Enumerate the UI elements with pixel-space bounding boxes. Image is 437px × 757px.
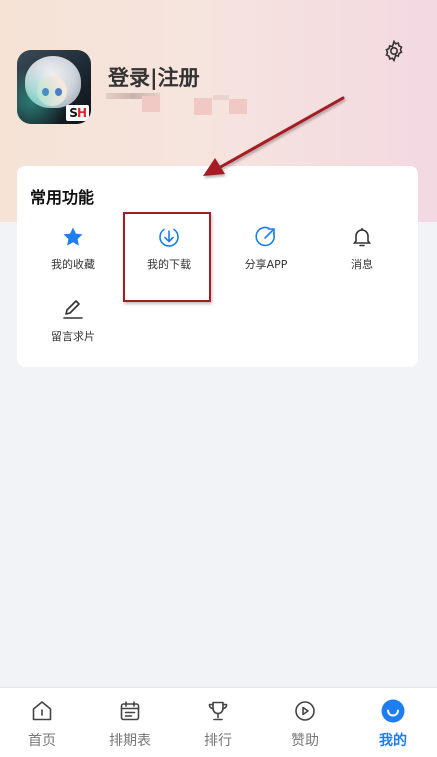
calendar-icon	[120, 701, 140, 721]
messages-button[interactable]: 消息	[316, 224, 408, 284]
bell-icon	[352, 227, 372, 247]
gear-icon	[385, 39, 403, 63]
avatar-logo: SH	[66, 105, 89, 121]
highlight-box	[123, 212, 211, 302]
nav-schedule[interactable]: 排期表	[95, 698, 165, 750]
nav-ranking[interactable]: 排行	[183, 698, 253, 750]
request-film-button[interactable]: 留言求片	[27, 296, 119, 356]
blurred-block	[142, 96, 160, 112]
share-icon	[255, 226, 275, 247]
star-icon	[63, 227, 83, 246]
login-register-link[interactable]: 登录|注册	[108, 62, 200, 92]
trophy-icon	[208, 701, 228, 721]
avatar[interactable]: SH	[17, 50, 91, 124]
pencil-icon	[63, 300, 83, 319]
nav-sponsor[interactable]: 赞助	[270, 698, 340, 750]
nav-home[interactable]: 首页	[7, 698, 77, 750]
annotation-arrow	[203, 96, 345, 176]
share-app-button[interactable]: 分享APP	[220, 224, 312, 284]
profile-smile-icon	[381, 699, 405, 723]
bottom-nav: 首页 排期表 排行 赞助 我的	[0, 687, 437, 757]
play-circle-icon	[295, 701, 315, 721]
home-icon	[32, 701, 52, 721]
nav-mine[interactable]: 我的	[358, 698, 428, 750]
card-title: 常用功能	[30, 188, 95, 207]
favorites-button[interactable]: 我的收藏	[27, 224, 119, 284]
profile-page: SH 登录|注册 常用功能 我的收藏 我的下载 分享APP 消息 留言求片 首页…	[0, 0, 437, 757]
settings-button[interactable]	[380, 37, 408, 65]
